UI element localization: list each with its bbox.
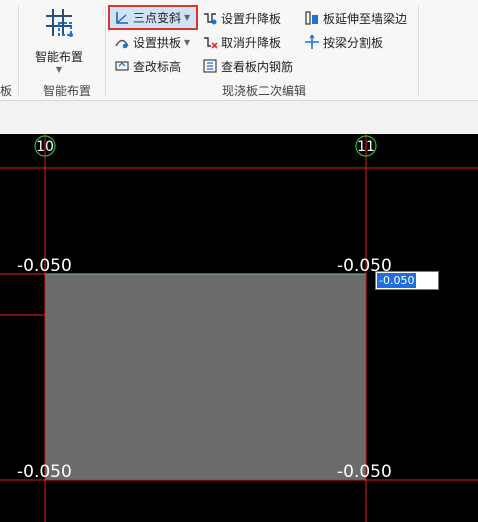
smart-layout-label: 智能布置 xyxy=(34,50,83,64)
tab-strip xyxy=(0,101,478,134)
ribbon-toolbar: 板 智能布置 ▼ 智能布置 三点变斜 ▼ 设置拱板 ▼ 查改标高 设置升降板 取… xyxy=(0,0,478,101)
raise-lower-slab-icon xyxy=(202,10,218,26)
check-elevation-button[interactable]: 查改标高 xyxy=(114,56,181,76)
smart-layout-icon xyxy=(42,9,76,44)
drawing-canvas[interactable]: 10 11 -0.050 -0.050 -0.050 -0.050 -0.050 xyxy=(0,134,478,522)
partial-group-label: 板 xyxy=(0,84,13,98)
extend-slab-icon xyxy=(304,10,320,26)
smart-layout-group-label: 智能布置 xyxy=(43,84,92,98)
axis-label-11: 11 xyxy=(357,139,375,155)
elevation-label-bottom-left: -0.050 xyxy=(17,462,72,482)
arch-slab-icon xyxy=(114,34,130,50)
axis-label-10: 10 xyxy=(36,139,54,155)
slab-rebar-icon xyxy=(202,58,218,74)
cancel-raise-lower-slab-icon xyxy=(202,34,218,50)
elevation-input-value: -0.050 xyxy=(377,273,417,288)
three-point-slope-label: 三点变斜 xyxy=(133,11,182,25)
cancel-raise-lower-slab-label: 取消升降板 xyxy=(221,35,282,50)
set-arch-slab-button[interactable]: 设置拱板 ▼ xyxy=(114,32,190,52)
view-slab-rebar-label: 查看板内钢筋 xyxy=(221,59,294,74)
chevron-down-icon[interactable]: ▼ xyxy=(184,38,190,47)
elevation-icon xyxy=(114,58,130,74)
set-raise-lower-slab-button[interactable]: 设置升降板 xyxy=(202,8,281,28)
three-point-slope-icon xyxy=(114,10,130,26)
extend-slab-to-wall-beam-label: 板延伸至墙梁边 xyxy=(323,11,408,26)
view-slab-rebar-button[interactable]: 查看板内钢筋 xyxy=(202,56,293,76)
elevation-label-top-left: -0.050 xyxy=(17,256,72,276)
elevation-input[interactable]: -0.050 xyxy=(375,271,439,290)
group-separator xyxy=(418,6,419,96)
three-point-slope-button[interactable]: 三点变斜 ▼ xyxy=(108,5,198,30)
extend-slab-to-wall-beam-button[interactable]: 板延伸至墙梁边 xyxy=(304,8,407,28)
slab-shape[interactable] xyxy=(44,273,367,481)
cancel-raise-lower-slab-button[interactable]: 取消升降板 xyxy=(202,32,281,52)
set-raise-lower-slab-label: 设置升降板 xyxy=(221,11,282,26)
split-slab-by-beam-button[interactable]: 按梁分割板 xyxy=(304,32,383,52)
group-separator xyxy=(105,6,106,96)
smart-layout-button[interactable]: 智能布置 ▼ xyxy=(28,6,90,82)
check-elevation-label: 查改标高 xyxy=(133,59,182,74)
group-separator xyxy=(18,6,19,96)
chevron-down-icon: ▼ xyxy=(55,65,63,74)
split-slab-icon xyxy=(304,34,320,50)
split-slab-by-beam-label: 按梁分割板 xyxy=(323,35,384,50)
elevation-label-bottom-right: -0.050 xyxy=(337,462,392,482)
set-arch-slab-label: 设置拱板 xyxy=(133,35,182,50)
chevron-down-icon[interactable]: ▼ xyxy=(184,13,190,22)
edit-group-label: 现浇板二次编辑 xyxy=(222,84,307,98)
